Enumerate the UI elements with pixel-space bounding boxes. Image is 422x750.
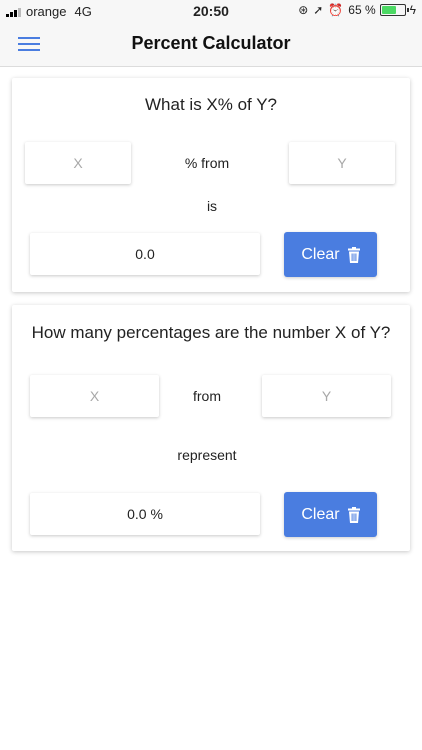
clear-button[interactable]: Clear	[284, 492, 377, 537]
card-title: How many percentages are the number X of…	[31, 323, 391, 342]
is-label: is	[206, 198, 218, 214]
clear-button-label: Clear	[301, 245, 340, 263]
battery-level	[381, 6, 396, 14]
represent-label: represent	[177, 447, 237, 463]
card-title: What is X% of Y?	[145, 95, 277, 114]
result-field: 0.0	[30, 233, 260, 275]
x-input[interactable]: X	[30, 375, 159, 417]
x-input[interactable]: X	[25, 142, 131, 184]
status-bar: orange 4G 20:50 ⊛ ➚ ⏰ 65 % ϟ	[0, 0, 422, 22]
navigation-bar: Percent Calculator	[0, 22, 422, 67]
battery-icon	[379, 4, 409, 16]
clear-button[interactable]: Clear	[284, 232, 377, 277]
clear-button-label: Clear	[301, 505, 340, 523]
page-title: Percent Calculator	[131, 33, 291, 53]
from-label: from	[193, 388, 221, 404]
trash-icon	[347, 506, 360, 523]
y-input[interactable]: Y	[262, 375, 391, 417]
lock-rotation-icon: ⊛	[298, 3, 309, 17]
charging-icon: ϟ	[409, 3, 416, 17]
trash-icon	[347, 246, 360, 263]
alarm-icon: ⏰	[328, 3, 344, 17]
percent-from-label: % from	[184, 155, 230, 171]
y-input[interactable]: Y	[289, 142, 395, 184]
status-right: ⊛ ➚ ⏰ 65 % ϟ	[298, 3, 416, 17]
battery-percent: 65 %	[348, 3, 376, 17]
percent-of-card: What is X% of Y? X % from Y is 0.0 Clear	[12, 78, 410, 292]
result-field: 0.0 %	[30, 493, 260, 535]
location-icon: ➚	[313, 3, 324, 17]
how-many-percent-card: How many percentages are the number X of…	[12, 305, 410, 551]
